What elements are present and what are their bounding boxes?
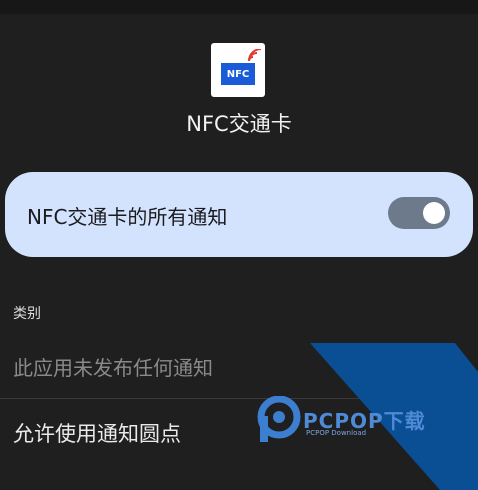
watermark-sub-text: PCPOP Download <box>306 429 367 437</box>
pcpop-logo-icon <box>257 396 301 442</box>
